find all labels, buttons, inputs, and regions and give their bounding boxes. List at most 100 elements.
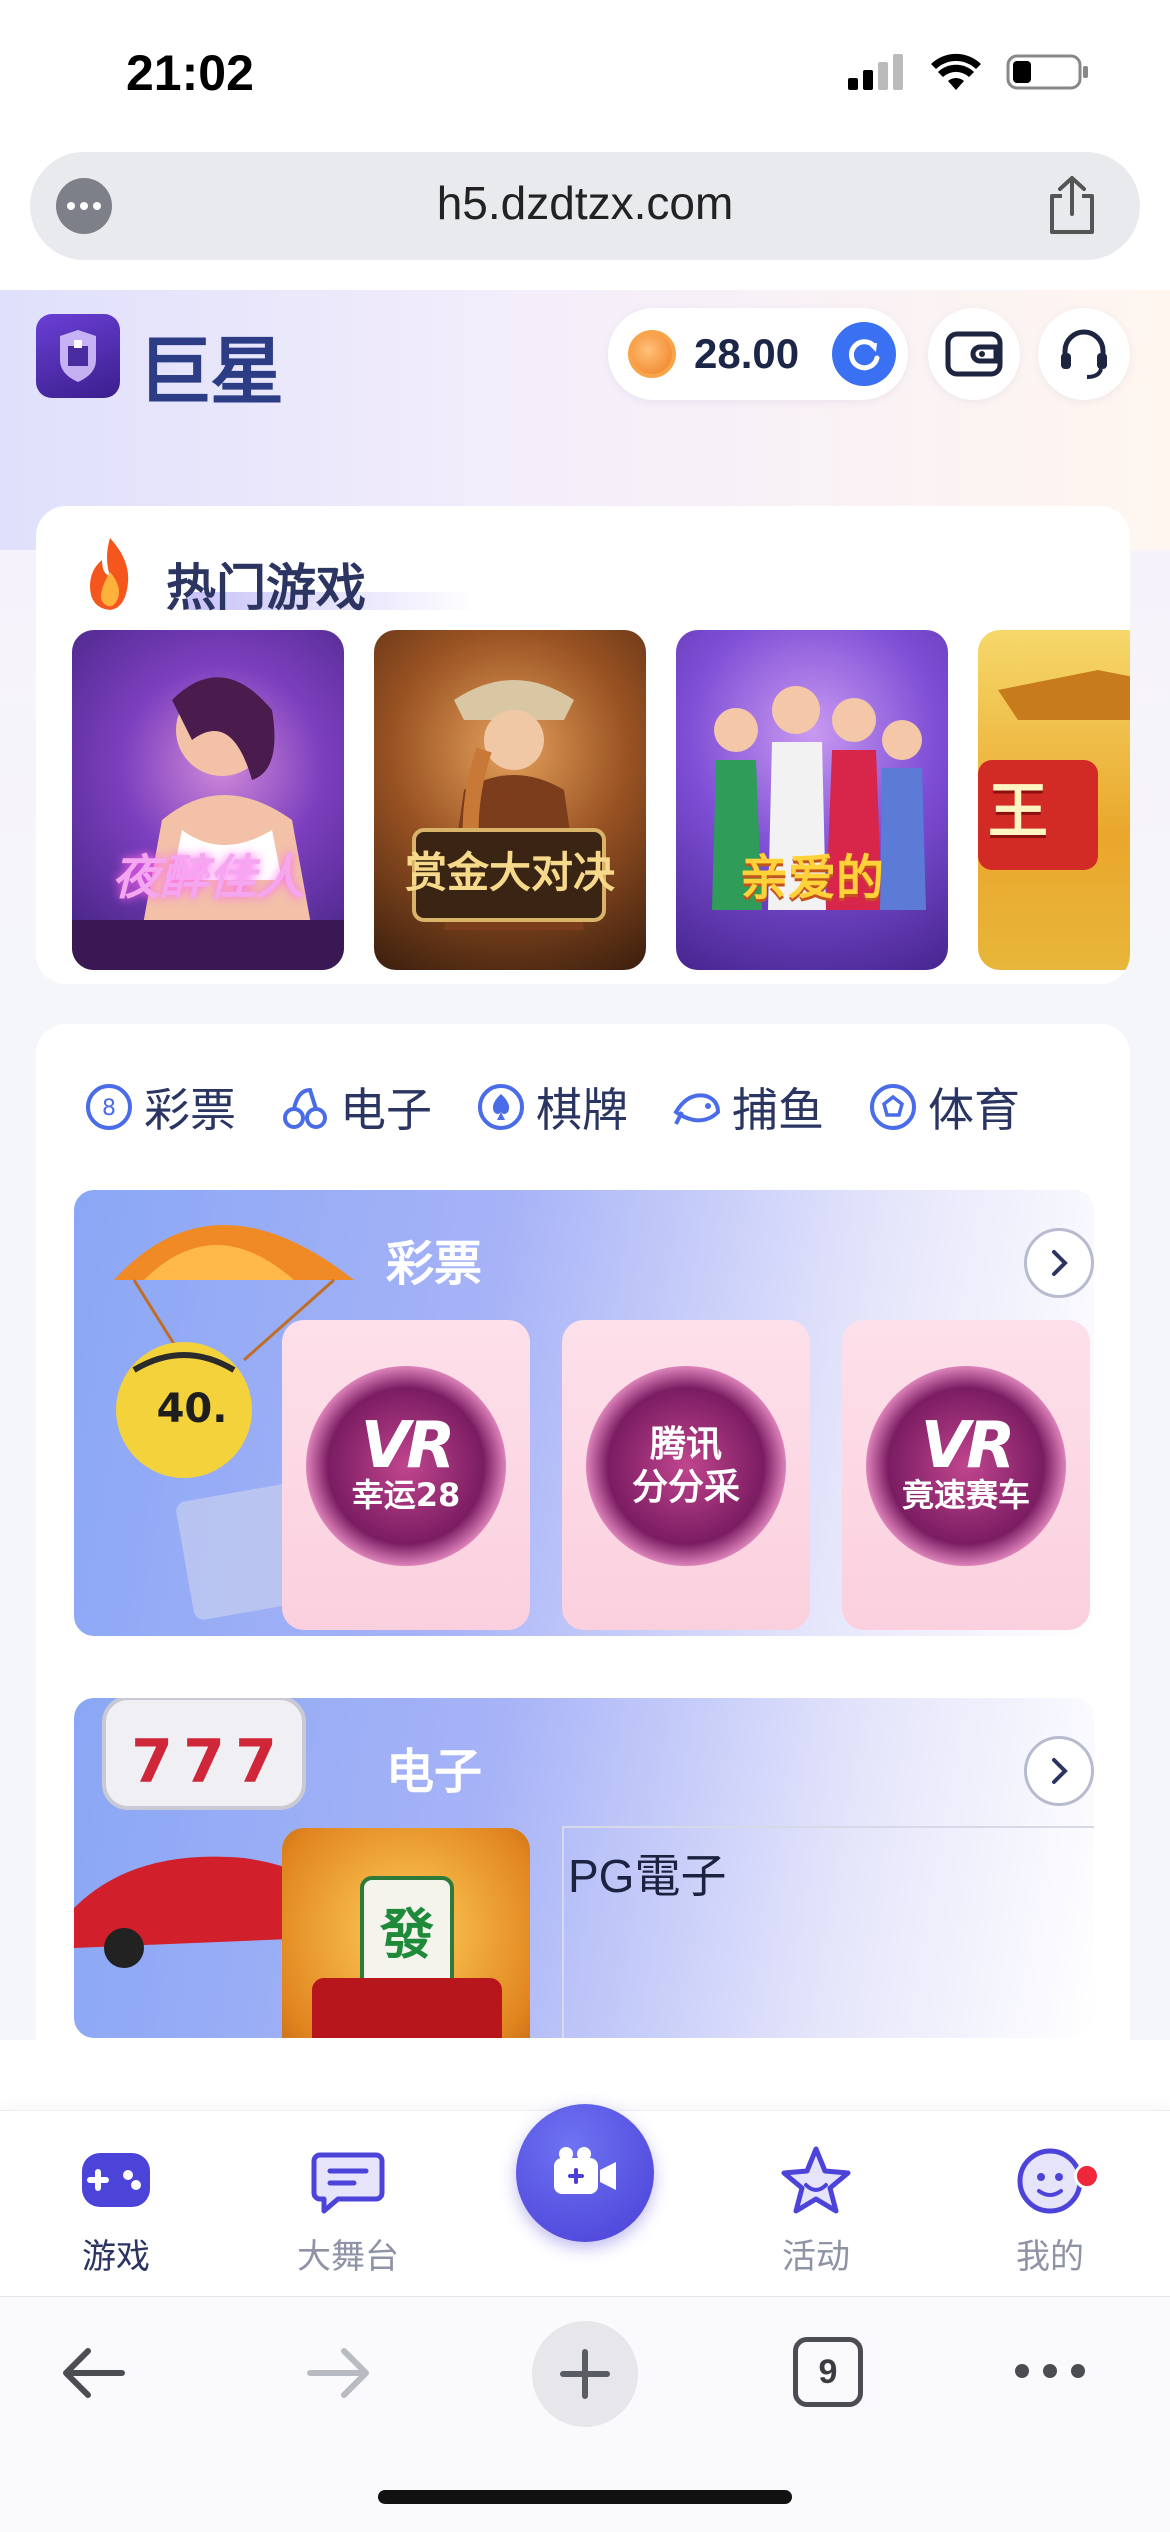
lottery-game-brand: VR [360,1409,456,1483]
mahjong-tile-icon: 發 [312,1876,502,2038]
game-tile[interactable]: 夜醉佳人 [72,630,344,970]
wallet-icon [945,331,1003,377]
more-dots-icon [1015,2364,1085,2378]
wallet-button[interactable] [928,308,1020,400]
tab-label: 电子 [340,1083,432,1137]
game-tile[interactable]: 赏金大对决 [374,630,646,970]
tab-lottery[interactable]: 8 彩票 [84,1074,236,1140]
lottery-more-button[interactable] [1024,1228,1094,1298]
tab-electronic[interactable]: 电子 [280,1074,432,1140]
more-menu-button[interactable] [1014,2361,1086,2385]
nav-label: 我的 [1016,2237,1084,2277]
brand-name: 巨星 [138,329,284,415]
refresh-icon [848,339,880,371]
status-bar: 21:02 [0,0,1170,150]
chat-bubble-icon [311,2152,385,2214]
lottery-section: 40. 彩票 VR 幸运28 腾讯 分分采 VR 竟速赛车 [74,1190,1094,1636]
divider [562,1828,564,2038]
lottery-game-brand: 腾讯 [649,1423,722,1465]
hot-games-title: 热门游戏 [166,559,366,617]
page-content: 巨星 28.00 热门游戏 夜醉佳人 赏金大对决 亲爱的 王 8 彩票 电子 棋… [0,290,1170,2040]
forward-button[interactable] [302,2337,374,2413]
electronic-icon [283,1087,327,1129]
tabs-button[interactable]: 9 [793,2337,863,2407]
pg-game-tile[interactable]: 發 [282,1828,530,2038]
lottery-game-name: 竟速赛车 [901,1475,1030,1514]
nav-label: 游戏 [82,2237,150,2277]
tab-sports[interactable]: 体育 [868,1074,1020,1140]
lottery-ball-icon: 8 [86,1084,132,1130]
share-icon[interactable] [1044,174,1100,240]
address-bar[interactable]: h5.dzdtzx.com [30,152,1140,260]
chevron-right-icon [1052,1758,1068,1784]
fish-icon [673,1093,721,1125]
svg-text:發: 發 [379,1903,434,1966]
svg-text:8: 8 [102,1096,116,1121]
nav-label: 活动 [782,2237,850,2277]
notification-badge [1074,2163,1100,2189]
customer-service-button[interactable] [1038,308,1130,400]
nav-label: 大舞台 [297,2237,399,2277]
tab-label: 捕鱼 [732,1083,824,1137]
nav-activities[interactable]: 活动 [736,2145,896,2278]
wifi-icon [930,52,982,96]
nav-live-button[interactable] [516,2104,654,2242]
svg-text:7: 7 [183,1727,225,1797]
back-button[interactable] [58,2337,130,2413]
tab-label: 彩票 [144,1083,236,1137]
svg-text:7: 7 [235,1727,277,1797]
nav-games[interactable]: 游戏 [36,2145,196,2278]
new-tab-button[interactable] [532,2321,638,2427]
lottery-game-logo: VR 竟速赛车 [866,1366,1066,1566]
game-tile[interactable]: 亲爱的 [676,630,948,970]
flame-icon [80,536,140,616]
categories-card: 8 彩票 电子 棋牌 捕鱼 体育 40. 彩票 VR 幸运28 腾讯 分分采 V… [36,1024,1130,2040]
section-title: 彩票 [386,1236,483,1292]
game-title: 亲爱的 [739,850,884,906]
hot-games-list: 夜醉佳人 赏金大对决 亲爱的 王 [72,630,1130,974]
svg-text:7: 7 [131,1727,173,1797]
tab-label: 体育 [928,1083,1020,1137]
signal-icon [848,52,906,96]
url-text[interactable]: h5.dzdtzx.com [30,176,1140,230]
star-icon [781,2146,851,2214]
electronic-more-button[interactable] [1024,1736,1094,1806]
lottery-game-logo: VR 幸运28 [306,1366,506,1566]
tab-fishing[interactable]: 捕鱼 [672,1074,824,1140]
category-tabs: 8 彩票 电子 棋牌 捕鱼 体育 [84,1074,1020,1140]
game-title: 夜醉佳人 [111,850,304,906]
tab-cards[interactable]: 棋牌 [476,1074,628,1140]
balance-display: 28.00 [608,308,908,400]
electronic-section: 7 7 7 电子 發 PG電子 [74,1698,1094,2038]
coin-icon [628,330,676,378]
arrow-right-icon [307,2348,369,2398]
divider [562,1826,1094,1828]
tab-label: 棋牌 [536,1083,628,1137]
home-indicator [378,2490,792,2504]
gamepad-icon [82,2153,150,2207]
brand-logo [36,314,120,398]
game-title: 赏金大对决 [404,848,615,897]
refresh-balance-button[interactable] [832,322,896,386]
nav-stage[interactable]: 大舞台 [268,2145,428,2278]
lottery-game-tile[interactable]: VR 幸运28 [282,1320,530,1630]
spade-icon [478,1084,524,1130]
plus-icon [560,2349,610,2399]
game-title: 王 [988,777,1048,847]
arrow-left-icon [63,2348,125,2398]
lottery-game-logo: 腾讯 分分采 [586,1366,786,1566]
nav-profile[interactable]: 我的 [970,2145,1130,2278]
balance-value: 28.00 [694,330,800,377]
game-tile[interactable]: 王 [978,630,1130,970]
video-camera-icon [554,2147,616,2194]
status-icons [848,52,1090,96]
lottery-game-name: 分分采 [631,1467,740,1508]
chevron-right-icon [1052,1250,1068,1276]
provider-name[interactable]: PG電子 [568,1840,726,1906]
headset-icon [1061,329,1107,379]
lottery-game-tile[interactable]: 腾讯 分分采 [562,1320,810,1630]
lottery-game-name: 幸运28 [351,1475,461,1514]
battery-icon [1006,52,1090,96]
lottery-game-tile[interactable]: VR 竟速赛车 [842,1320,1090,1630]
hot-games-card: 热门游戏 夜醉佳人 赏金大对决 亲爱的 王 [36,506,1130,984]
